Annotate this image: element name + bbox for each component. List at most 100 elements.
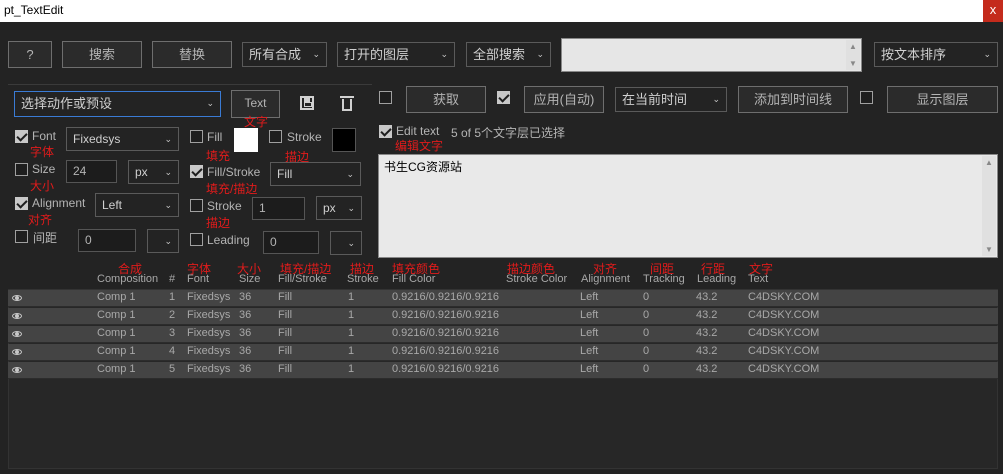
cell-index: 5 — [169, 363, 176, 375]
cell-stroke: 1 — [348, 345, 355, 357]
fill-color-swatch[interactable] — [234, 128, 258, 152]
search-input[interactable]: ▲ ▼ — [561, 38, 862, 72]
stroke-unit-select[interactable]: px ⌄ — [316, 196, 362, 220]
column-header-alignment[interactable]: Alignment — [581, 273, 630, 285]
leading-label: Leading — [207, 233, 250, 247]
cell-composition: Comp 1 — [97, 309, 136, 321]
column-header-fill-color[interactable]: Fill Color — [392, 273, 435, 285]
cell-fill-color: 0.9216/0.9216/0.9216 — [392, 309, 500, 321]
text-editor[interactable]: 书生CG资源站 ▲ ▼ — [378, 154, 998, 258]
column-header-composition[interactable]: Composition — [97, 273, 158, 285]
replace-button[interactable]: 替换 — [152, 41, 232, 68]
apply-button[interactable]: 应用(自动) — [524, 86, 604, 113]
cell-index: 2 — [169, 309, 176, 321]
table-row[interactable]: Comp 1 5 Fixedsys 36 Fill 1 0.9216/0.9216/0.92… — [8, 362, 998, 379]
leading-input[interactable]: 0 — [263, 231, 319, 254]
stroke-color-checkbox[interactable] — [269, 130, 282, 143]
font-checkbox[interactable] — [15, 130, 28, 143]
scroll-up-icon[interactable]: ▲ — [982, 158, 996, 167]
fill-stroke-select[interactable]: Fill ⌄ — [270, 162, 361, 186]
scroll-up-icon[interactable]: ▲ — [846, 42, 860, 51]
cell-leading: 43.2 — [696, 291, 718, 303]
close-button[interactable]: x — [983, 0, 1003, 22]
font-select[interactable]: Fixedsys ⌄ — [66, 127, 179, 151]
table-row[interactable]: Comp 1 2 Fixedsys 36 Fill 1 0.9216/0.9216/0.92… — [8, 308, 998, 325]
fill-checkbox[interactable] — [190, 130, 203, 143]
size-checkbox[interactable] — [15, 163, 28, 176]
size-input[interactable]: 24 — [66, 160, 117, 183]
search-scope-select[interactable]: 全部搜索 ⌄ — [466, 42, 551, 67]
column-header-fill-stroke[interactable]: Fill/Stroke — [278, 273, 327, 285]
column-header-stroke-color[interactable]: Stroke Color — [506, 273, 567, 285]
help-button[interactable]: ? — [8, 41, 52, 68]
search-scope-value: 全部搜索 — [473, 47, 526, 62]
size-unit-select[interactable]: px ⌄ — [128, 160, 179, 184]
search-input-scrollbar[interactable]: ▲ ▼ — [846, 40, 860, 70]
leading-unit-select[interactable]: ⌄ — [330, 231, 362, 255]
fill-annotation: 填充 — [206, 149, 231, 163]
time-select[interactable]: 在当前时间 ⌄ — [615, 87, 727, 112]
alignment-value: Left — [102, 198, 123, 212]
eye-icon[interactable] — [12, 295, 22, 301]
alignment-select[interactable]: Left ⌄ — [95, 193, 179, 217]
stroke-color-swatch[interactable] — [332, 128, 356, 152]
column-header-tracking[interactable]: Tracking — [643, 273, 685, 285]
spacing-checkbox[interactable] — [15, 230, 28, 243]
eye-icon[interactable] — [12, 349, 22, 355]
cell-composition: Comp 1 — [97, 363, 136, 375]
cell-alignment: Left — [580, 345, 599, 357]
column-header-stroke[interactable]: Stroke — [347, 273, 379, 285]
table-row[interactable]: Comp 1 4 Fixedsys 36 Fill 1 0.9216/0.9216/0.92… — [8, 344, 998, 361]
column-header-index[interactable]: # — [169, 273, 175, 285]
get-checkbox[interactable] — [379, 91, 392, 104]
comp-scope-select[interactable]: 所有合成 ⌄ — [242, 42, 327, 67]
cell-stroke: 1 — [348, 291, 355, 303]
fill-stroke-label: Fill/Stroke — [207, 165, 261, 179]
cell-stroke: 1 — [348, 363, 355, 375]
eye-icon[interactable] — [12, 331, 22, 337]
column-header-size[interactable]: Size — [239, 273, 260, 285]
trash-icon[interactable] — [340, 96, 354, 111]
show-layers-checkbox[interactable] — [860, 91, 873, 104]
text-editor-scrollbar[interactable]: ▲ ▼ — [982, 156, 996, 256]
cell-index: 1 — [169, 291, 176, 303]
column-header-text[interactable]: Text — [748, 273, 768, 285]
text-editor-content: 书生CG资源站 — [384, 160, 463, 174]
add-to-timeline-button[interactable]: 添加到时间线 — [738, 86, 848, 113]
edit-text-checkbox[interactable] — [379, 125, 392, 138]
cell-fill-color: 0.9216/0.9216/0.9216 — [392, 345, 500, 357]
eye-icon[interactable] — [12, 313, 22, 319]
stroke-annotation: 描边 — [206, 216, 231, 230]
get-button[interactable]: 获取 — [406, 86, 486, 113]
scroll-down-icon[interactable]: ▼ — [982, 245, 996, 254]
table-row[interactable]: Comp 1 1 Fixedsys 36 Fill 1 0.9216/0.9216/0.92… — [8, 290, 998, 307]
stroke-checkbox[interactable] — [190, 199, 203, 212]
font-value: Fixedsys — [73, 132, 121, 146]
preset-select[interactable]: 选择动作或预设 ⌄ — [14, 91, 221, 117]
spacing-unit-select[interactable]: ⌄ — [147, 229, 179, 253]
fill-stroke-checkbox[interactable] — [190, 165, 203, 178]
table-row[interactable]: Comp 1 3 Fixedsys 36 Fill 1 0.9216/0.9216/0.92… — [8, 326, 998, 343]
column-header-leading[interactable]: Leading — [697, 273, 736, 285]
sort-select[interactable]: 按文本排序 ⌄ — [874, 42, 998, 67]
cell-size: 36 — [239, 309, 252, 321]
save-icon[interactable] — [300, 96, 314, 110]
apply-checkbox[interactable] — [497, 91, 510, 104]
stroke-input[interactable]: 1 — [252, 197, 305, 220]
show-layers-button[interactable]: 显示图层 — [887, 86, 998, 113]
cell-tracking: 0 — [643, 291, 650, 303]
cell-leading: 43.2 — [696, 309, 718, 321]
chevron-down-icon: ⌄ — [440, 49, 448, 59]
leading-checkbox[interactable] — [190, 233, 203, 246]
left-panel-divider — [8, 84, 372, 85]
chevron-down-icon: ⌄ — [164, 236, 172, 246]
sort-value: 按文本排序 — [881, 47, 947, 62]
column-header-font[interactable]: Font — [187, 273, 209, 285]
scroll-down-icon[interactable]: ▼ — [846, 59, 860, 68]
alignment-checkbox[interactable] — [15, 197, 28, 210]
eye-icon[interactable] — [12, 367, 22, 373]
search-button[interactable]: 搜索 — [62, 41, 142, 68]
spacing-input[interactable]: 0 — [78, 229, 136, 252]
chevron-down-icon: ⌄ — [346, 169, 354, 179]
layer-scope-select[interactable]: 打开的图层 ⌄ — [337, 42, 455, 67]
